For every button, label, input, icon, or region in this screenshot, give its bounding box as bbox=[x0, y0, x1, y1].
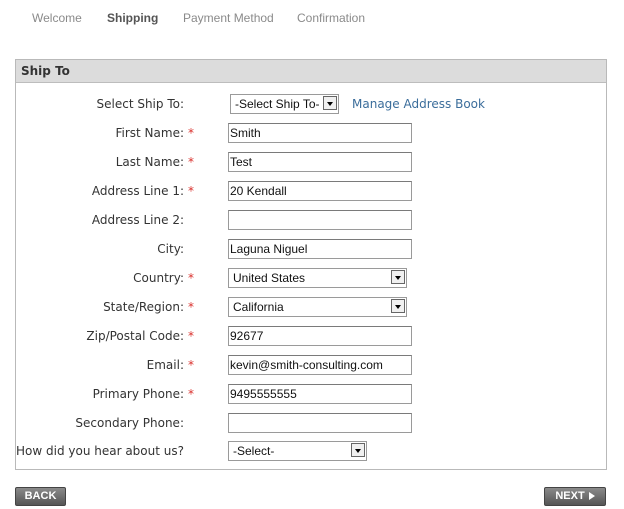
required-marker: * bbox=[188, 126, 194, 140]
next-button[interactable]: NEXT bbox=[544, 487, 606, 506]
city-field[interactable]: Laguna Niguel bbox=[228, 239, 412, 259]
row-secondary-phone: Secondary Phone: bbox=[16, 413, 606, 435]
required-marker: * bbox=[188, 155, 194, 169]
chevron-down-icon bbox=[323, 96, 337, 110]
email-label: Email: bbox=[146, 358, 184, 372]
address-line-1-field[interactable]: 20 Kendall bbox=[228, 181, 412, 201]
state-region-select[interactable]: California bbox=[228, 297, 407, 317]
email-field[interactable]: kevin@smith-consulting.com bbox=[228, 355, 412, 375]
checkout-steps: Welcome Shipping Payment Method Confirma… bbox=[0, 0, 624, 36]
chevron-down-icon bbox=[351, 443, 365, 457]
row-first-name: First Name: * Smith bbox=[16, 123, 606, 145]
back-button-label: BACK bbox=[24, 490, 57, 502]
secondary-phone-field[interactable] bbox=[228, 413, 412, 433]
ship-to-value: -Select Ship To- bbox=[235, 97, 320, 111]
zip-field[interactable]: 92677 bbox=[228, 326, 412, 346]
primary-phone-label: Primary Phone: bbox=[92, 387, 184, 401]
ship-to-select[interactable]: -Select Ship To- bbox=[230, 94, 339, 114]
country-select[interactable]: United States bbox=[228, 268, 407, 288]
required-marker: * bbox=[188, 358, 194, 372]
country-label: Country: bbox=[133, 271, 184, 285]
zip-label: Zip/Postal Code: bbox=[86, 329, 184, 343]
row-ship-to: Select Ship To: -Select Ship To- Manage … bbox=[16, 94, 606, 116]
chevron-down-icon bbox=[391, 299, 405, 313]
tab-welcome[interactable]: Welcome bbox=[32, 11, 82, 25]
row-email: Email: * kevin@smith-consulting.com bbox=[16, 355, 606, 377]
referral-value: -Select- bbox=[233, 444, 275, 458]
manage-address-book-link[interactable]: Manage Address Book bbox=[352, 97, 485, 111]
primary-phone-field[interactable]: 9495555555 bbox=[228, 384, 412, 404]
first-name-label: First Name: bbox=[115, 126, 184, 140]
row-primary-phone: Primary Phone: * 9495555555 bbox=[16, 384, 606, 406]
required-marker: * bbox=[188, 300, 194, 314]
next-button-label: NEXT bbox=[555, 490, 585, 502]
required-marker: * bbox=[188, 271, 194, 285]
chevron-down-icon bbox=[391, 270, 405, 284]
address-line-2-label: Address Line 2: bbox=[91, 213, 184, 227]
tab-confirmation[interactable]: Confirmation bbox=[297, 11, 365, 25]
row-city: City: Laguna Niguel bbox=[16, 239, 606, 261]
row-last-name: Last Name: * Test bbox=[16, 152, 606, 174]
row-address-line-1: Address Line 1: * 20 Kendall bbox=[16, 181, 606, 203]
required-marker: * bbox=[188, 329, 194, 343]
row-address-line-2: Address Line 2: bbox=[16, 210, 606, 232]
row-state-region: State/Region: * California bbox=[16, 297, 606, 319]
last-name-field[interactable]: Test bbox=[228, 152, 412, 172]
required-marker: * bbox=[188, 387, 194, 401]
address-line-2-field[interactable] bbox=[228, 210, 412, 230]
tab-payment-method[interactable]: Payment Method bbox=[183, 11, 274, 25]
referral-label: How did you hear about us? bbox=[16, 444, 184, 458]
country-value: United States bbox=[233, 271, 306, 285]
ship-to-panel: Ship To Select Ship To: -Select Ship To-… bbox=[15, 59, 607, 470]
state-region-label: State/Region: bbox=[103, 300, 184, 314]
required-marker: * bbox=[188, 184, 194, 198]
back-button[interactable]: BACK bbox=[15, 487, 66, 506]
row-referral: How did you hear about us? -Select- bbox=[16, 441, 606, 463]
city-label: City: bbox=[157, 242, 184, 256]
secondary-phone-label: Secondary Phone: bbox=[75, 416, 184, 430]
panel-title: Ship To bbox=[16, 60, 606, 83]
row-country: Country: * United States bbox=[16, 268, 606, 290]
row-zip: Zip/Postal Code: * 92677 bbox=[16, 326, 606, 348]
first-name-field[interactable]: Smith bbox=[228, 123, 412, 143]
referral-select[interactable]: -Select- bbox=[228, 441, 367, 461]
state-region-value: California bbox=[233, 300, 284, 314]
address-line-1-label: Address Line 1: bbox=[91, 184, 184, 198]
last-name-label: Last Name: bbox=[115, 155, 184, 169]
tab-shipping[interactable]: Shipping bbox=[107, 11, 158, 25]
ship-to-label: Select Ship To: bbox=[96, 97, 185, 111]
play-arrow-icon bbox=[588, 492, 595, 500]
